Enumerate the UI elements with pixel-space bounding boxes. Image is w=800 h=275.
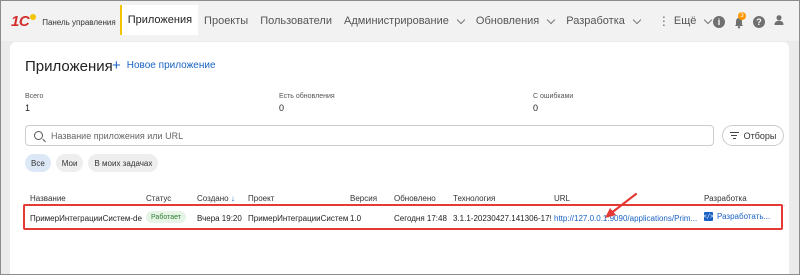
table-header: Название Статус Создано ↓ Проект Версия … <box>25 194 785 204</box>
nav-item-1[interactable]: Проекты <box>198 1 254 41</box>
nav-item-0[interactable]: Приложения <box>119 5 199 35</box>
row-highlight-frame <box>23 204 783 230</box>
stat-total: Всего 1 <box>25 93 43 113</box>
column-header-project[interactable]: Проект <box>248 194 274 203</box>
stat-updates: Есть обновления 0 <box>279 93 335 113</box>
top-icons: i 3 ? <box>713 12 785 31</box>
column-header-created-label: Создано <box>197 194 229 203</box>
stat-errors: С ошибками 0 <box>533 93 573 113</box>
column-header-url[interactable]: URL <box>554 194 570 203</box>
panel-label: Панель управления <box>42 17 116 27</box>
user-icon[interactable] <box>773 13 785 31</box>
logo[interactable]: 1С Панель управления <box>11 13 116 30</box>
notifications-badge: 3 <box>738 12 746 20</box>
nav-item-5[interactable]: Разработка <box>560 1 646 41</box>
applications-card: Приложения + Новое приложение Всего 1 Ес… <box>10 42 789 274</box>
column-header-name[interactable]: Название <box>30 194 66 203</box>
nav-item-label: Пользователи <box>260 15 332 27</box>
filters-label: Отборы <box>743 130 777 141</box>
help-icon[interactable]: ? <box>753 16 765 28</box>
info-icon[interactable]: i <box>713 16 725 28</box>
chip-mine[interactable]: Мои <box>55 154 84 172</box>
nav-item-label: Ещё <box>673 15 697 27</box>
stat-label: Всего <box>25 93 44 100</box>
nav-item-label: Проекты <box>204 15 249 27</box>
stat-value: 0 <box>279 103 285 113</box>
brand-logo: 1С <box>11 13 37 30</box>
chevron-down-icon <box>704 15 713 24</box>
stat-label: Есть обновления <box>279 93 335 100</box>
search-box <box>25 125 714 146</box>
nav-item-4[interactable]: Обновления <box>470 1 560 41</box>
filters-button[interactable]: Отборы <box>722 125 784 146</box>
chevron-down-icon <box>547 15 556 24</box>
nav-item-3[interactable]: Администрирование <box>338 1 470 41</box>
stat-label: С ошибками <box>533 93 574 100</box>
nav-item-2[interactable]: Пользователи <box>254 1 338 41</box>
page-title: Приложения <box>25 58 113 75</box>
stat-value: 1 <box>25 103 31 113</box>
chevron-down-icon <box>456 15 466 24</box>
nav-item-label: Разработка <box>566 15 625 27</box>
column-header-technology[interactable]: Технология <box>453 194 495 203</box>
filter-chips: Все Мои В моих задачах <box>25 154 159 172</box>
main-nav: Приложения Проекты Пользователи Администрир… <box>119 1 718 41</box>
nav-item-label: Администрирование <box>343 15 449 27</box>
column-header-development[interactable]: Разработка <box>704 194 747 203</box>
plus-icon: + <box>112 56 121 74</box>
column-header-created[interactable]: Создано ↓ <box>197 194 235 203</box>
nav-item-label: Обновления <box>475 15 540 27</box>
new-app-button[interactable]: + Новое приложение <box>112 56 216 74</box>
stat-value: 0 <box>533 103 539 113</box>
more-icon: ⋮ <box>657 14 670 28</box>
filter-icon <box>729 132 739 139</box>
search-icon <box>34 131 43 140</box>
top-navigation-bar: 1С Панель управления Приложения Проекты По… <box>1 1 799 41</box>
search-input[interactable] <box>51 130 651 141</box>
notifications-icon[interactable]: 3 <box>733 12 746 29</box>
chip-my-tasks[interactable]: В моих задачах <box>88 154 159 172</box>
sort-arrow-icon: ↓ <box>230 194 235 203</box>
nav-item-label: Приложения <box>127 14 193 26</box>
nav-item-6[interactable]: ⋮ Ещё <box>646 1 718 41</box>
new-app-label: Новое приложение <box>126 60 216 71</box>
pointer-arrow-icon <box>605 192 638 218</box>
column-header-updated[interactable]: Обновлено <box>394 194 436 203</box>
chevron-down-icon <box>632 15 642 24</box>
column-header-version[interactable]: Версия <box>350 194 377 203</box>
chip-all[interactable]: Все <box>25 154 51 172</box>
column-header-status[interactable]: Статус <box>146 194 171 203</box>
